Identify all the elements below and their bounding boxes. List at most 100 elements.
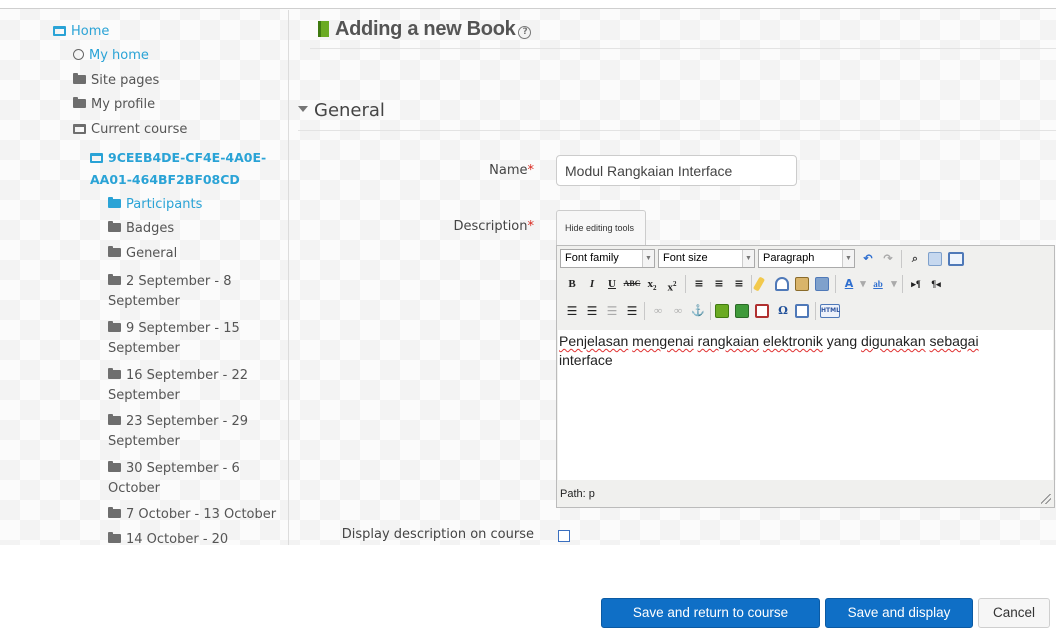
chevron-down-icon: ▼	[642, 250, 654, 267]
folder-icon	[108, 532, 121, 543]
nav-week-1-line2[interactable]: September	[108, 290, 180, 314]
html-source-icon[interactable]: HTML	[820, 304, 840, 318]
nav-participants[interactable]: Participants	[108, 193, 202, 217]
toolbar-row-2: B I U ABC x2 x2 ≡ ≡ ≡ A ▾ ab ▾ ▸¶ ¶◂	[560, 274, 1050, 295]
display-description-checkbox[interactable]	[558, 530, 570, 542]
link-icon[interactable]: ∞	[648, 301, 668, 321]
nav-current-course[interactable]: Current course	[73, 118, 187, 142]
nav-home[interactable]: Home	[53, 20, 109, 44]
cleanup-icon[interactable]	[752, 276, 766, 292]
find-icon[interactable]: ⌕	[905, 249, 925, 269]
font-size-select[interactable]: Font size ▼	[658, 249, 755, 268]
manage-files-icon[interactable]	[755, 304, 769, 318]
outdent-icon[interactable]: ☰	[602, 301, 622, 321]
caret-down-icon	[298, 106, 308, 112]
undo-icon[interactable]: ↶	[858, 249, 878, 269]
paste-text-icon[interactable]	[795, 277, 809, 291]
nav-week-3-line2[interactable]: September	[108, 384, 180, 408]
nav-course-code[interactable]: 9CEEB4DE-CF4E-4A0E-	[90, 146, 266, 170]
italic-icon[interactable]: I	[582, 274, 602, 294]
rtl-icon[interactable]: ¶◂	[926, 274, 946, 294]
align-left-icon[interactable]: ≡	[689, 274, 709, 294]
chevron-down-icon[interactable]: ▾	[889, 274, 899, 294]
folder-icon	[108, 321, 121, 332]
bold-icon[interactable]: B	[562, 274, 582, 294]
folder-icon	[108, 197, 121, 208]
folder-icon	[108, 461, 121, 472]
help-icon[interactable]: ?	[518, 26, 532, 39]
main-content: Adding a new Book? General Name* Modul R…	[290, 0, 1056, 545]
chevron-down-icon: ▼	[842, 250, 854, 267]
align-right-icon[interactable]: ≡	[729, 274, 749, 294]
indent-icon[interactable]: ☰	[622, 301, 642, 321]
superscript-icon[interactable]: x2	[662, 274, 682, 294]
nav-badges[interactable]: Badges	[108, 217, 174, 241]
unlink-icon[interactable]: ∞	[668, 301, 688, 321]
fullscreen-icon[interactable]	[948, 252, 964, 266]
folder-icon	[73, 73, 86, 84]
nav-week-2-line2[interactable]: September	[108, 337, 180, 361]
nav-my-home[interactable]: My home	[73, 44, 149, 68]
save-and-return-button[interactable]: Save and return to course	[601, 598, 820, 628]
nav-week-7[interactable]: 14 October - 20	[108, 528, 228, 545]
toolbar-row-3: ☰ ☰ ☰ ☰ ∞ ∞ ⚓ Ω HTML	[560, 301, 1050, 322]
folder-icon	[73, 97, 86, 108]
anchor-icon[interactable]: ⚓	[688, 301, 708, 321]
eraser-icon[interactable]	[775, 277, 789, 291]
nav-week-5-line2[interactable]: October	[108, 477, 160, 501]
subscript-icon[interactable]: x2	[642, 274, 662, 294]
page-title: Adding a new Book?	[318, 18, 532, 41]
format-select[interactable]: Paragraph ▼	[758, 249, 855, 268]
toolbar-row-1: Font family ▼ Font size ▼ Paragraph ▼ ↶ ↷ ⌕	[560, 249, 1050, 270]
cancel-button[interactable]: Cancel	[978, 598, 1050, 628]
section-general-toggle[interactable]: General	[298, 100, 385, 121]
title-divider	[310, 48, 1056, 49]
underline-icon[interactable]: U	[602, 274, 622, 294]
name-label: Name*	[489, 163, 534, 178]
folder-icon	[108, 221, 121, 232]
insert-image-icon[interactable]	[715, 304, 729, 318]
nav-general[interactable]: General	[108, 242, 177, 266]
save-and-display-button[interactable]: Save and display	[825, 598, 973, 628]
text-color-icon[interactable]: A	[839, 274, 859, 294]
redo-icon[interactable]: ↷	[878, 249, 898, 269]
folder-icon	[108, 274, 121, 285]
folder-icon	[108, 507, 121, 518]
align-center-icon[interactable]: ≡	[709, 274, 729, 294]
name-input[interactable]: Modul Rangkaian Interface	[556, 155, 797, 186]
font-family-select[interactable]: Font family ▼	[560, 249, 655, 268]
section-divider	[298, 130, 1056, 131]
navigation-sidebar: Home My home Site pages My profile Curre…	[0, 0, 290, 545]
sidebar-divider	[288, 10, 289, 545]
replace-icon[interactable]	[928, 252, 942, 266]
page-background: Home My home Site pages My profile Curre…	[0, 0, 1056, 545]
ltr-icon[interactable]: ▸¶	[906, 274, 926, 294]
numbered-list-icon[interactable]: ☰	[582, 301, 602, 321]
highlight-color-icon[interactable]: ab	[868, 274, 888, 294]
display-description-label: Display description on course	[341, 527, 534, 542]
editor-path-bar: Path: p	[558, 482, 1053, 506]
required-marker: *	[527, 163, 535, 178]
hide-editing-tools-tab[interactable]: Hide editing tools	[556, 210, 646, 245]
bullet-list-icon[interactable]: ☰	[562, 301, 582, 321]
nav-week-6[interactable]: 7 October - 13 October	[108, 503, 276, 527]
nav-week-4-line2[interactable]: September	[108, 430, 180, 454]
folder-icon	[108, 368, 121, 379]
paste-word-icon[interactable]	[815, 277, 829, 291]
insert-media-icon[interactable]	[735, 304, 749, 318]
circle-icon	[73, 49, 84, 60]
open-folder-icon	[73, 123, 86, 134]
resize-grip-icon[interactable]	[1041, 494, 1051, 504]
book-icon	[318, 21, 329, 37]
folder-icon	[108, 246, 121, 257]
chevron-down-icon: ▼	[742, 250, 754, 267]
open-folder-icon	[90, 152, 103, 163]
chevron-down-icon[interactable]: ▾	[858, 274, 868, 294]
strikethrough-icon[interactable]: ABC	[622, 274, 642, 294]
editor-content-area[interactable]: Penjelasan mengenai rangkaian elektronik…	[558, 330, 1053, 480]
nav-my-profile[interactable]: My profile	[73, 93, 155, 117]
special-char-icon[interactable]: Ω	[773, 301, 793, 321]
nav-site-pages[interactable]: Site pages	[73, 69, 159, 93]
insert-table-icon[interactable]	[795, 304, 809, 318]
nav-course-code-line2[interactable]: AA01-464BF2BF08CD	[90, 168, 240, 192]
